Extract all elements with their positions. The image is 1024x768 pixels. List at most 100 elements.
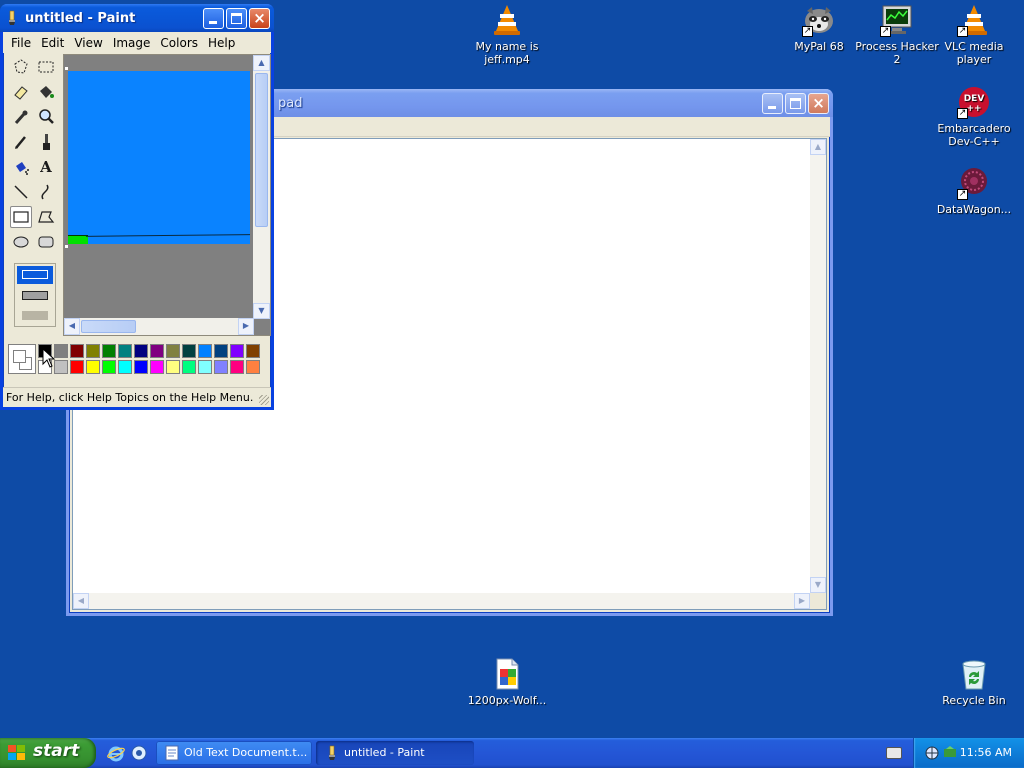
airbrush-tool[interactable] [10,156,32,178]
menu-edit[interactable]: Edit [36,33,69,53]
scroll-thumb[interactable] [255,73,268,227]
ellipse-tool[interactable] [10,231,32,253]
paint-titlebar[interactable]: untitled - Paint × [0,4,274,32]
maximize-button[interactable] [785,92,806,114]
color-swatch[interactable] [166,360,180,374]
color-swatch[interactable] [86,344,100,358]
fill-style-outline[interactable] [17,266,53,284]
menu-help[interactable]: Help [203,33,240,53]
scroll-left-button[interactable]: ◀ [73,593,89,609]
free-select-tool[interactable] [10,56,32,78]
fill-tool[interactable] [35,81,57,103]
vertical-scrollbar[interactable]: ▲ ▼ [253,55,270,319]
curve-tool[interactable] [35,181,57,203]
desktop-icon-jeff-mp4[interactable]: My name is jeff.mp4 [465,3,549,66]
eraser-tool[interactable] [10,81,32,103]
internet-explorer-quicklaunch[interactable] [107,744,125,762]
desktop-icon-wolf-image[interactable]: 1200px-Wolf... [465,657,549,707]
canvas-resize-handle[interactable] [65,67,68,70]
fill-style-outline-filled[interactable] [22,291,48,300]
desktop-icon-process-hacker[interactable]: ↗ Process Hacker 2 [855,3,939,66]
vertical-scrollbar[interactable]: ▲ ▼ [810,139,826,593]
rounded-rectangle-tool[interactable] [35,231,57,253]
color-swatch[interactable] [214,360,228,374]
color-swatch[interactable] [246,360,260,374]
text-tool[interactable]: A [35,156,57,178]
color-swatch[interactable] [166,344,180,358]
start-button[interactable]: start [0,738,96,768]
rectangle-tool[interactable] [10,206,32,228]
scroll-down-button[interactable]: ▼ [810,577,826,593]
scroll-up-button[interactable]: ▲ [810,139,826,155]
paint-window[interactable]: untitled - Paint × File Edit View Image … [0,4,274,410]
maximize-button[interactable] [226,7,247,29]
scroll-left-button[interactable]: ◀ [64,318,80,335]
keyboard-icon[interactable] [886,747,902,759]
color-swatch[interactable] [182,360,196,374]
scroll-down-button[interactable]: ▼ [253,303,270,319]
taskbar-button-old-text-document[interactable]: Old Text Document.t... [156,741,312,765]
color-swatch[interactable] [198,344,212,358]
close-button[interactable]: × [249,7,270,29]
color-swatch[interactable] [86,360,100,374]
color-swatch[interactable] [118,360,132,374]
close-button[interactable]: × [808,92,829,114]
safely-remove-tray-icon[interactable] [942,745,958,761]
taskbar-button-paint[interactable]: untitled - Paint [316,741,474,765]
color-swatch[interactable] [198,360,212,374]
polygon-icon [38,211,55,223]
color-swatch[interactable] [102,360,116,374]
pencil-tool[interactable] [10,131,32,153]
color-swatch[interactable] [70,360,84,374]
menu-image[interactable]: Image [108,33,156,53]
network-tray-icon[interactable] [924,745,940,761]
current-colors-indicator[interactable] [8,344,36,374]
color-swatch[interactable] [102,344,116,358]
minimize-button[interactable] [762,92,783,114]
rect-select-tool[interactable] [35,56,57,78]
resize-grip-icon[interactable] [810,593,826,609]
horizontal-scrollbar[interactable]: ◀ ▶ [73,593,810,609]
magnifier-tool[interactable] [35,106,57,128]
color-picker-tool[interactable] [10,106,32,128]
brush-tool[interactable] [35,131,57,153]
menu-colors[interactable]: Colors [155,33,203,53]
color-swatch[interactable] [182,344,196,358]
horizontal-scrollbar[interactable]: ◀ ▶ [64,318,254,335]
minimize-button[interactable] [203,7,224,29]
desktop-icon-vlc[interactable]: ↗ VLC media player [932,3,1016,66]
color-swatch[interactable] [134,344,148,358]
canvas-resize-handle[interactable] [65,245,68,248]
desktop-icon-datawagon[interactable]: ↗ DataWagon... [932,166,1016,216]
menu-file[interactable]: File [6,33,36,53]
color-swatch[interactable] [70,344,84,358]
color-swatch[interactable] [230,344,244,358]
color-swatch[interactable] [246,344,260,358]
fill-style-filled[interactable] [22,311,48,320]
polygon-tool[interactable] [35,206,57,228]
desktop-icon-devcpp[interactable]: DEV ++ ↗ Embarcadero Dev-C++ [932,85,1016,148]
color-swatch[interactable] [134,360,148,374]
desktop-icon-mypal[interactable]: ↗ MyPal 68 [777,3,861,53]
paint-canvas[interactable] [68,71,251,244]
shortcut-arrow-icon: ↗ [957,189,968,200]
color-swatch[interactable] [150,360,164,374]
line-tool[interactable] [10,181,32,203]
color-swatch[interactable] [230,360,244,374]
color-swatch[interactable] [54,344,68,358]
menu-view[interactable]: View [69,33,107,53]
desktop-icon-recycle-bin[interactable]: Recycle Bin [932,657,1016,707]
color-swatch[interactable] [54,360,68,374]
color-swatch[interactable] [118,344,132,358]
status-text: For Help, click Help Topics on the Help … [6,391,254,404]
color-swatch[interactable] [150,344,164,358]
scroll-right-button[interactable]: ▶ [794,593,810,609]
scroll-up-button[interactable]: ▲ [253,55,270,71]
clock[interactable]: 11:56 AM [960,746,1012,759]
scroll-right-button[interactable]: ▶ [238,318,254,335]
desktop-icon-label: Recycle Bin [942,694,1006,707]
scroll-thumb[interactable] [81,320,136,333]
resize-grip-icon[interactable] [259,395,269,405]
color-swatch[interactable] [214,344,228,358]
show-desktop-quicklaunch[interactable] [130,744,148,762]
